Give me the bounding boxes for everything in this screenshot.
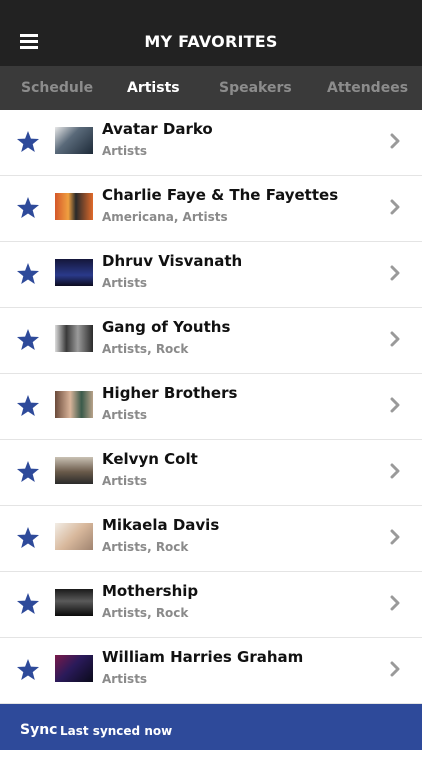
page-title: MY FAVORITES [144,32,278,51]
star-icon[interactable] [16,526,40,550]
artist-name: Dhruv Visvanath [102,252,243,270]
tab-bar: Schedule Artists Speakers Attendees [0,66,422,110]
chevron-right-icon [390,199,400,215]
top-bar: MY FAVORITES [0,0,422,66]
artist-name: William Harries Graham [102,648,304,666]
chevron-right-icon [390,529,400,545]
artist-tags: Artists [102,144,148,158]
artist-tags: Artists, Rock [102,606,189,620]
tab-artists[interactable]: Artists [127,66,180,110]
artist-name: Avatar Darko [102,120,213,138]
favorite-row[interactable]: Mothership Artists, Rock [0,572,422,638]
artist-name: Mikaela Davis [102,516,220,534]
favorites-list: Avatar Darko Artists Charlie Faye & The Fa… [0,110,422,704]
artist-tags: Artists [102,672,148,686]
favorite-row[interactable]: Charlie Faye & The Fayettes Americana, Ar… [0,176,422,242]
sync-button[interactable]: Sync [20,704,57,756]
tab-schedule[interactable]: Schedule [21,66,93,110]
favorite-row[interactable]: Gang of Youths Artists, Rock [0,308,422,374]
artist-tags: Artists [102,276,148,290]
favorite-row[interactable]: Mikaela Davis Artists, Rock [0,506,422,572]
artist-thumbnail [55,259,93,286]
chevron-right-icon [390,397,400,413]
artist-tags: Artists [102,408,148,422]
chevron-right-icon [390,595,400,611]
artist-thumbnail [55,325,93,352]
tab-speakers[interactable]: Speakers [219,66,292,110]
favorite-row[interactable]: William Harries Graham Artists [0,638,422,704]
favorite-row[interactable]: Kelvyn Colt Artists [0,440,422,506]
artist-thumbnail [55,457,93,484]
artist-thumbnail [55,127,93,154]
star-icon[interactable] [16,130,40,154]
artist-thumbnail [55,523,93,550]
artist-name: Mothership [102,582,199,600]
chevron-right-icon [390,133,400,149]
artist-name: Higher Brothers [102,384,238,402]
artist-name: Gang of Youths [102,318,231,336]
sync-bar[interactable]: Sync Last synced now [0,704,422,750]
chevron-right-icon [390,463,400,479]
favorite-row[interactable]: Higher Brothers Artists [0,374,422,440]
star-icon[interactable] [16,592,40,616]
tab-attendees[interactable]: Attendees [327,66,408,110]
artist-thumbnail [55,193,93,220]
artist-thumbnail [55,391,93,418]
star-icon[interactable] [16,658,40,682]
star-icon[interactable] [16,328,40,352]
star-icon[interactable] [16,394,40,418]
artist-tags: Artists, Rock [102,540,189,554]
artist-name: Charlie Faye & The Fayettes [102,186,339,204]
chevron-right-icon [390,331,400,347]
favorite-row[interactable]: Dhruv Visvanath Artists [0,242,422,308]
artist-thumbnail [55,589,93,616]
artist-tags: Artists, Rock [102,342,189,356]
artist-tags: Artists [102,474,148,488]
artist-thumbnail [55,655,93,682]
artist-tags: Americana, Artists [102,210,228,224]
favorite-row[interactable]: Avatar Darko Artists [0,110,422,176]
chevron-right-icon [390,265,400,281]
star-icon[interactable] [16,262,40,286]
chevron-right-icon [390,661,400,677]
star-icon[interactable] [16,460,40,484]
star-icon[interactable] [16,196,40,220]
artist-name: Kelvyn Colt [102,450,198,468]
